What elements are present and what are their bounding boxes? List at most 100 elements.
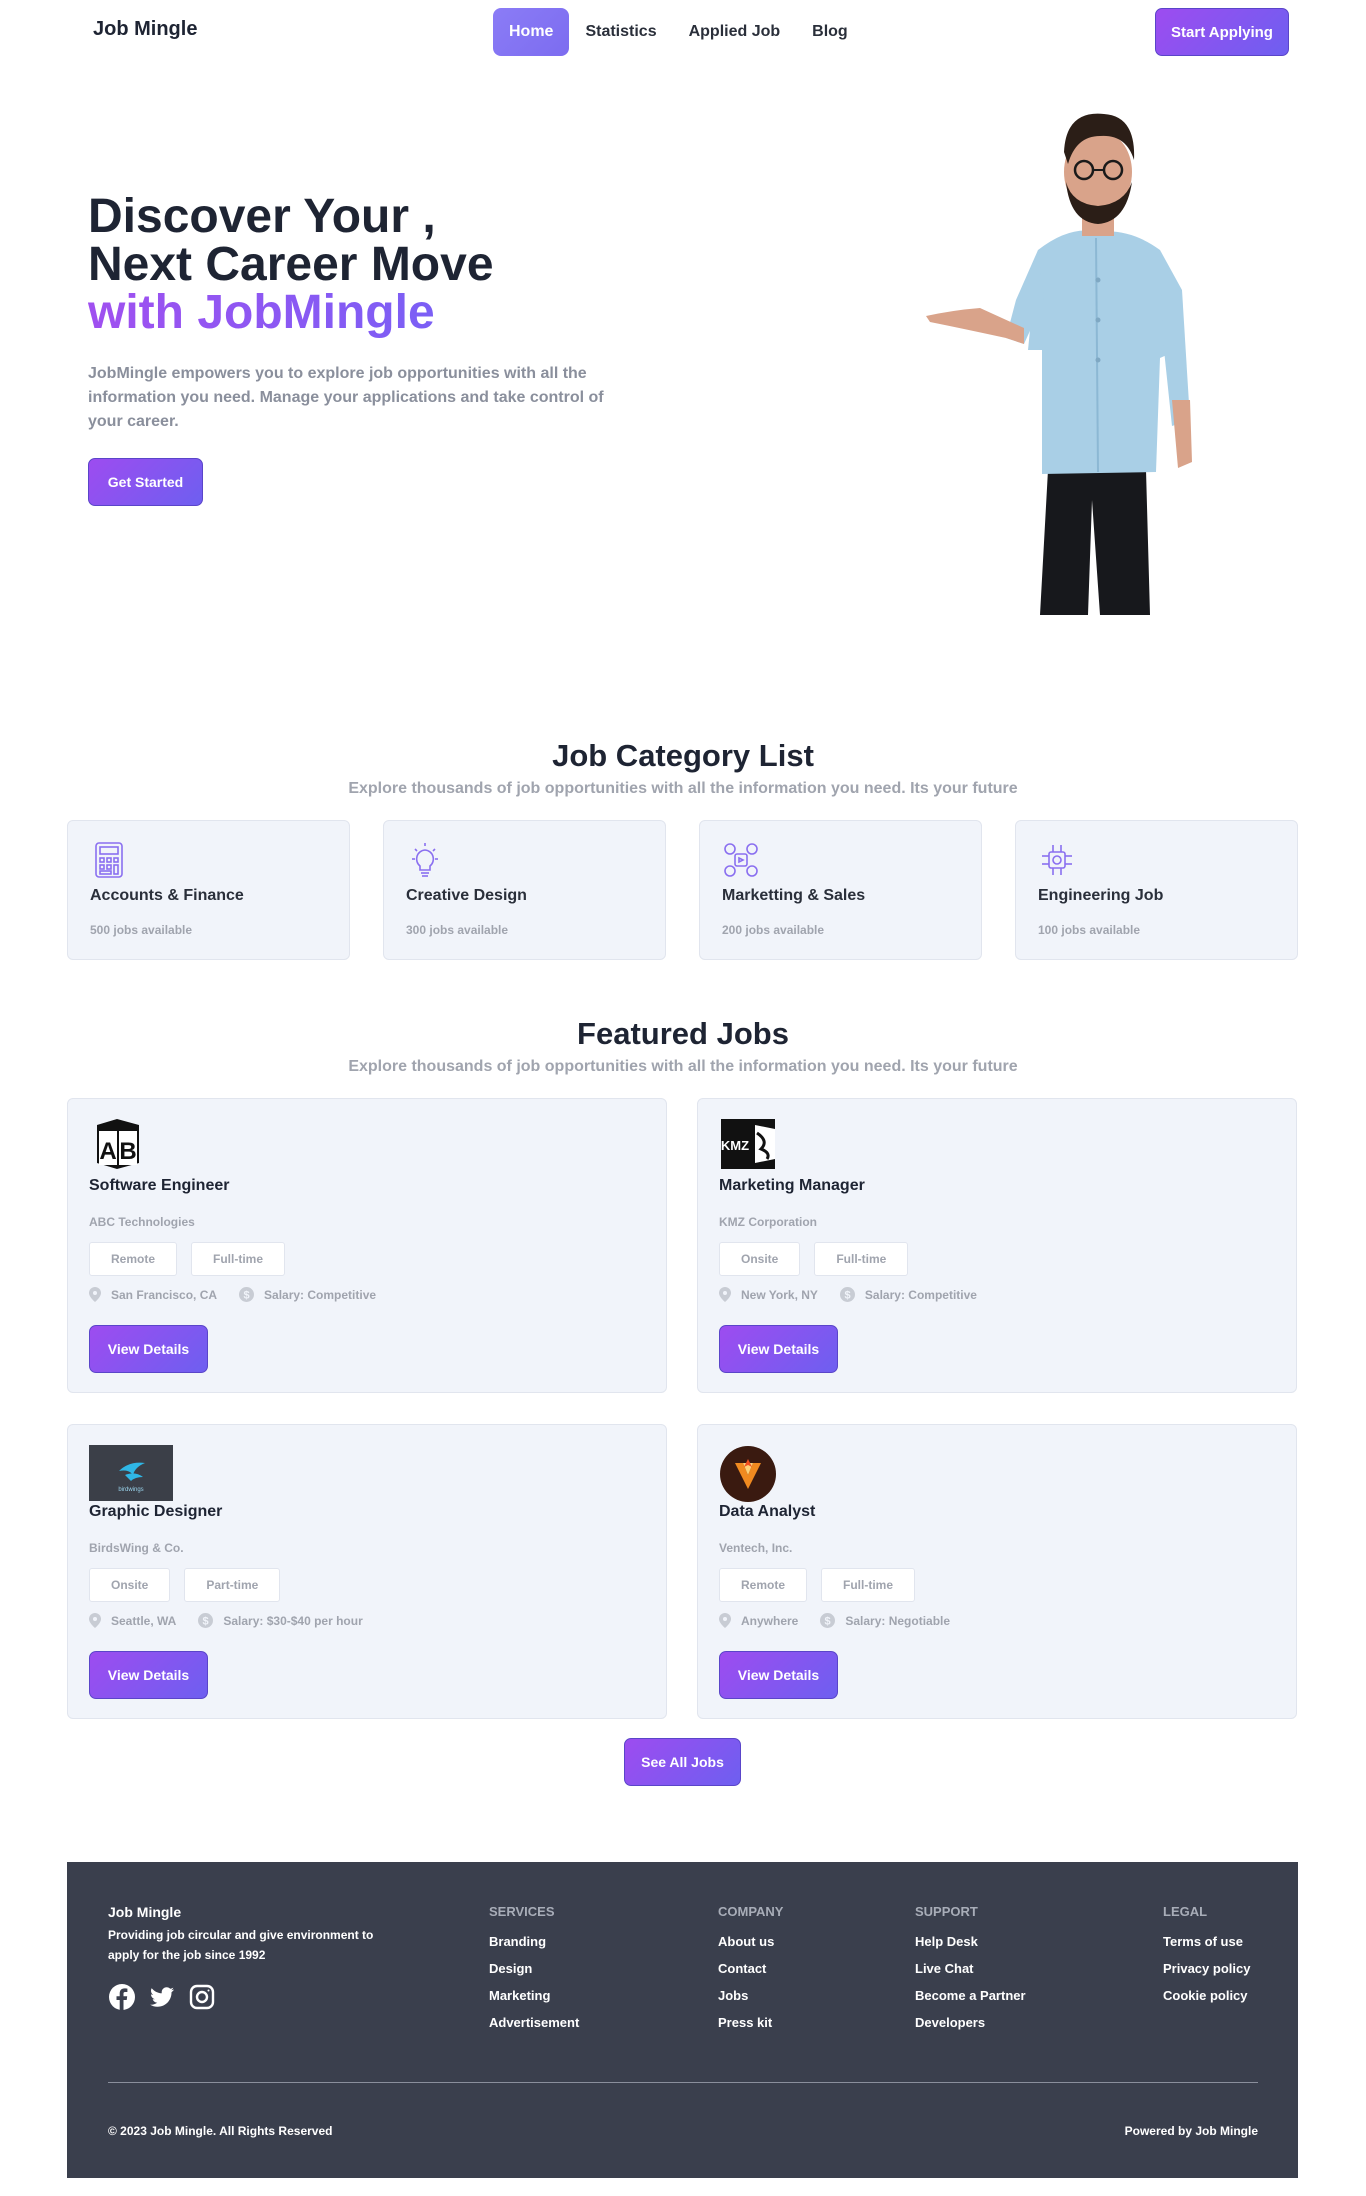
category-count: 100 jobs available bbox=[1038, 923, 1141, 937]
job-meta: Anywhere $ Salary: Negotiable bbox=[719, 1613, 950, 1628]
footer-link-help-desk[interactable]: Help Desk bbox=[915, 1934, 1026, 1949]
footer-link-design[interactable]: Design bbox=[489, 1961, 579, 1976]
featured-subtitle: Explore thousands of job opportunities w… bbox=[348, 1058, 1018, 1075]
start-applying-button[interactable]: Start Applying bbox=[1155, 8, 1289, 56]
job-salary: Salary: Negotiable bbox=[845, 1613, 951, 1628]
nav-home[interactable]: Home bbox=[493, 8, 570, 56]
hero-line-2: Next Career Move bbox=[88, 238, 494, 291]
view-details-button[interactable]: View Details bbox=[719, 1651, 838, 1699]
job-title: Software Engineer bbox=[89, 1177, 230, 1194]
job-tag-work-mode: Onsite bbox=[89, 1568, 171, 1602]
dollar-icon: $ bbox=[820, 1613, 836, 1628]
job-company: BirdsWing & Co. bbox=[89, 1541, 184, 1555]
job-company: Ventech, Inc. bbox=[719, 1541, 793, 1555]
footer-link-privacy[interactable]: Privacy policy bbox=[1163, 1961, 1250, 1976]
job-card-marketing-manager: KMZ Marketing Manager KMZ Corporation On… bbox=[697, 1098, 1297, 1393]
svg-text:B: B bbox=[119, 1138, 136, 1165]
category-count: 500 jobs available bbox=[90, 923, 193, 937]
get-started-button[interactable]: Get Started bbox=[88, 458, 203, 506]
job-card-graphic-designer: birdwings Graphic Designer BirdsWing & C… bbox=[67, 1424, 667, 1719]
category-name: Creative Design bbox=[406, 887, 527, 904]
footer-link-become-partner[interactable]: Become a Partner bbox=[915, 1988, 1026, 2003]
footer-link-cookie[interactable]: Cookie policy bbox=[1163, 1988, 1250, 2003]
nav-statistics[interactable]: Statistics bbox=[569, 8, 672, 56]
calculator-icon bbox=[95, 842, 123, 878]
top-navbar: Job Mingle Home Statistics Applied Job B… bbox=[0, 0, 1366, 64]
kmz-logo-text: KMZ bbox=[721, 1138, 749, 1153]
location-pin-icon bbox=[719, 1287, 731, 1302]
category-count: 200 jobs available bbox=[722, 923, 825, 937]
dollar-icon: $ bbox=[239, 1287, 255, 1302]
site-footer: Job Mingle Providing job circular and gi… bbox=[67, 1862, 1298, 2178]
category-card-engineering[interactable]: Engineering Job 100 jobs available bbox=[1015, 820, 1298, 960]
job-tag-work-mode: Remote bbox=[719, 1568, 808, 1602]
footer-powered-by: Powered by Job Mingle bbox=[1124, 2124, 1258, 2138]
footer-copyright: © 2023 Job Mingle. All Rights Reserved bbox=[108, 2124, 333, 2138]
view-details-button[interactable]: View Details bbox=[89, 1325, 208, 1373]
footer-link-about[interactable]: About us bbox=[718, 1934, 783, 1949]
hero-line-1: Discover Your , bbox=[88, 190, 436, 243]
hero-description: JobMingle empowers you to explore job op… bbox=[88, 365, 604, 430]
featured-title: Featured Jobs bbox=[577, 1016, 789, 1051]
view-details-button[interactable]: View Details bbox=[719, 1325, 838, 1373]
category-name: Engineering Job bbox=[1038, 887, 1164, 904]
footer-support-heading: SUPPORT bbox=[915, 1904, 978, 1919]
category-card-accounts[interactable]: Accounts & Finance 500 jobs available bbox=[67, 820, 350, 960]
footer-brand: Job Mingle bbox=[108, 1904, 182, 1920]
nav-applied-job[interactable]: Applied Job bbox=[673, 8, 797, 56]
location-pin-icon bbox=[89, 1287, 101, 1302]
nav-blog[interactable]: Blog bbox=[796, 8, 864, 56]
facebook-icon[interactable] bbox=[108, 1983, 136, 2011]
lightbulb-icon bbox=[412, 843, 438, 877]
job-title: Marketing Manager bbox=[719, 1177, 865, 1194]
footer-link-contact[interactable]: Contact bbox=[718, 1961, 783, 1976]
footer-link-live-chat[interactable]: Live Chat bbox=[915, 1961, 1026, 1976]
footer-services: SERVICES Branding Design Marketing Adver… bbox=[489, 1904, 579, 2042]
job-title: Graphic Designer bbox=[89, 1503, 223, 1520]
hero-person-image bbox=[926, 113, 1192, 615]
dollar-icon: $ bbox=[839, 1287, 855, 1302]
svg-text:$: $ bbox=[243, 1290, 249, 1302]
chip-icon bbox=[1042, 845, 1072, 875]
job-tag-work-mode: Remote bbox=[89, 1242, 178, 1276]
social-media-icon bbox=[724, 843, 758, 877]
category-card-creative[interactable]: Creative Design 300 jobs available bbox=[383, 820, 666, 960]
category-subtitle: Explore thousands of job opportunities w… bbox=[348, 780, 1018, 797]
birdswing-logo-text: birdwings bbox=[118, 1487, 143, 1493]
job-salary: Salary: Competitive bbox=[264, 1287, 377, 1302]
footer-link-advertisement[interactable]: Advertisement bbox=[489, 2015, 579, 2030]
svg-text:$: $ bbox=[203, 1616, 209, 1628]
job-tag-type: Full-time bbox=[821, 1568, 916, 1602]
footer-link-marketing[interactable]: Marketing bbox=[489, 1988, 579, 2003]
category-name: Accounts & Finance bbox=[90, 887, 244, 904]
instagram-icon[interactable] bbox=[188, 1983, 216, 2011]
footer-link-branding[interactable]: Branding bbox=[489, 1934, 579, 1949]
svg-text:$: $ bbox=[844, 1290, 850, 1302]
see-all-jobs-button[interactable]: See All Jobs bbox=[624, 1738, 741, 1786]
footer-link-developers[interactable]: Developers bbox=[915, 2015, 1026, 2030]
job-tags: Remote Full-time bbox=[89, 1242, 286, 1276]
footer-legal-heading: LEGAL bbox=[1163, 1904, 1208, 1919]
footer-link-jobs[interactable]: Jobs bbox=[718, 1988, 783, 2003]
footer-company: COMPANY About us Contact Jobs Press kit bbox=[718, 1904, 783, 2042]
job-meta: Seattle, WA $ Salary: $30-$40 per hour bbox=[89, 1613, 363, 1628]
location-pin-icon bbox=[719, 1613, 731, 1628]
category-card-marketing[interactable]: Marketting & Sales 200 jobs available bbox=[699, 820, 982, 960]
job-card-data-analyst: Data Analyst Ventech, Inc. Remote Full-t… bbox=[697, 1424, 1297, 1719]
hero-heading: Discover Your , Next Career Move with Jo… bbox=[88, 193, 494, 337]
view-details-button[interactable]: View Details bbox=[89, 1651, 208, 1699]
twitter-icon[interactable] bbox=[148, 1983, 176, 2011]
footer-legal: LEGAL Terms of use Privacy policy Cookie… bbox=[1163, 1904, 1250, 2015]
footer-link-terms[interactable]: Terms of use bbox=[1163, 1934, 1250, 1949]
footer-social-links bbox=[108, 1983, 216, 2011]
job-location: New York, NY bbox=[741, 1287, 818, 1302]
job-company: ABC Technologies bbox=[89, 1215, 195, 1229]
footer-description: Providing job circular and give environm… bbox=[108, 1928, 374, 1962]
footer-company-heading: COMPANY bbox=[718, 1904, 784, 1919]
job-meta: San Francisco, CA $ Salary: Competitive bbox=[89, 1287, 376, 1302]
job-tags: Remote Full-time bbox=[719, 1568, 916, 1602]
brand-logo[interactable]: Job Mingle bbox=[93, 18, 197, 41]
ventech-logo-icon bbox=[720, 1446, 776, 1502]
footer-link-press-kit[interactable]: Press kit bbox=[718, 2015, 783, 2030]
job-title: Data Analyst bbox=[719, 1503, 816, 1520]
